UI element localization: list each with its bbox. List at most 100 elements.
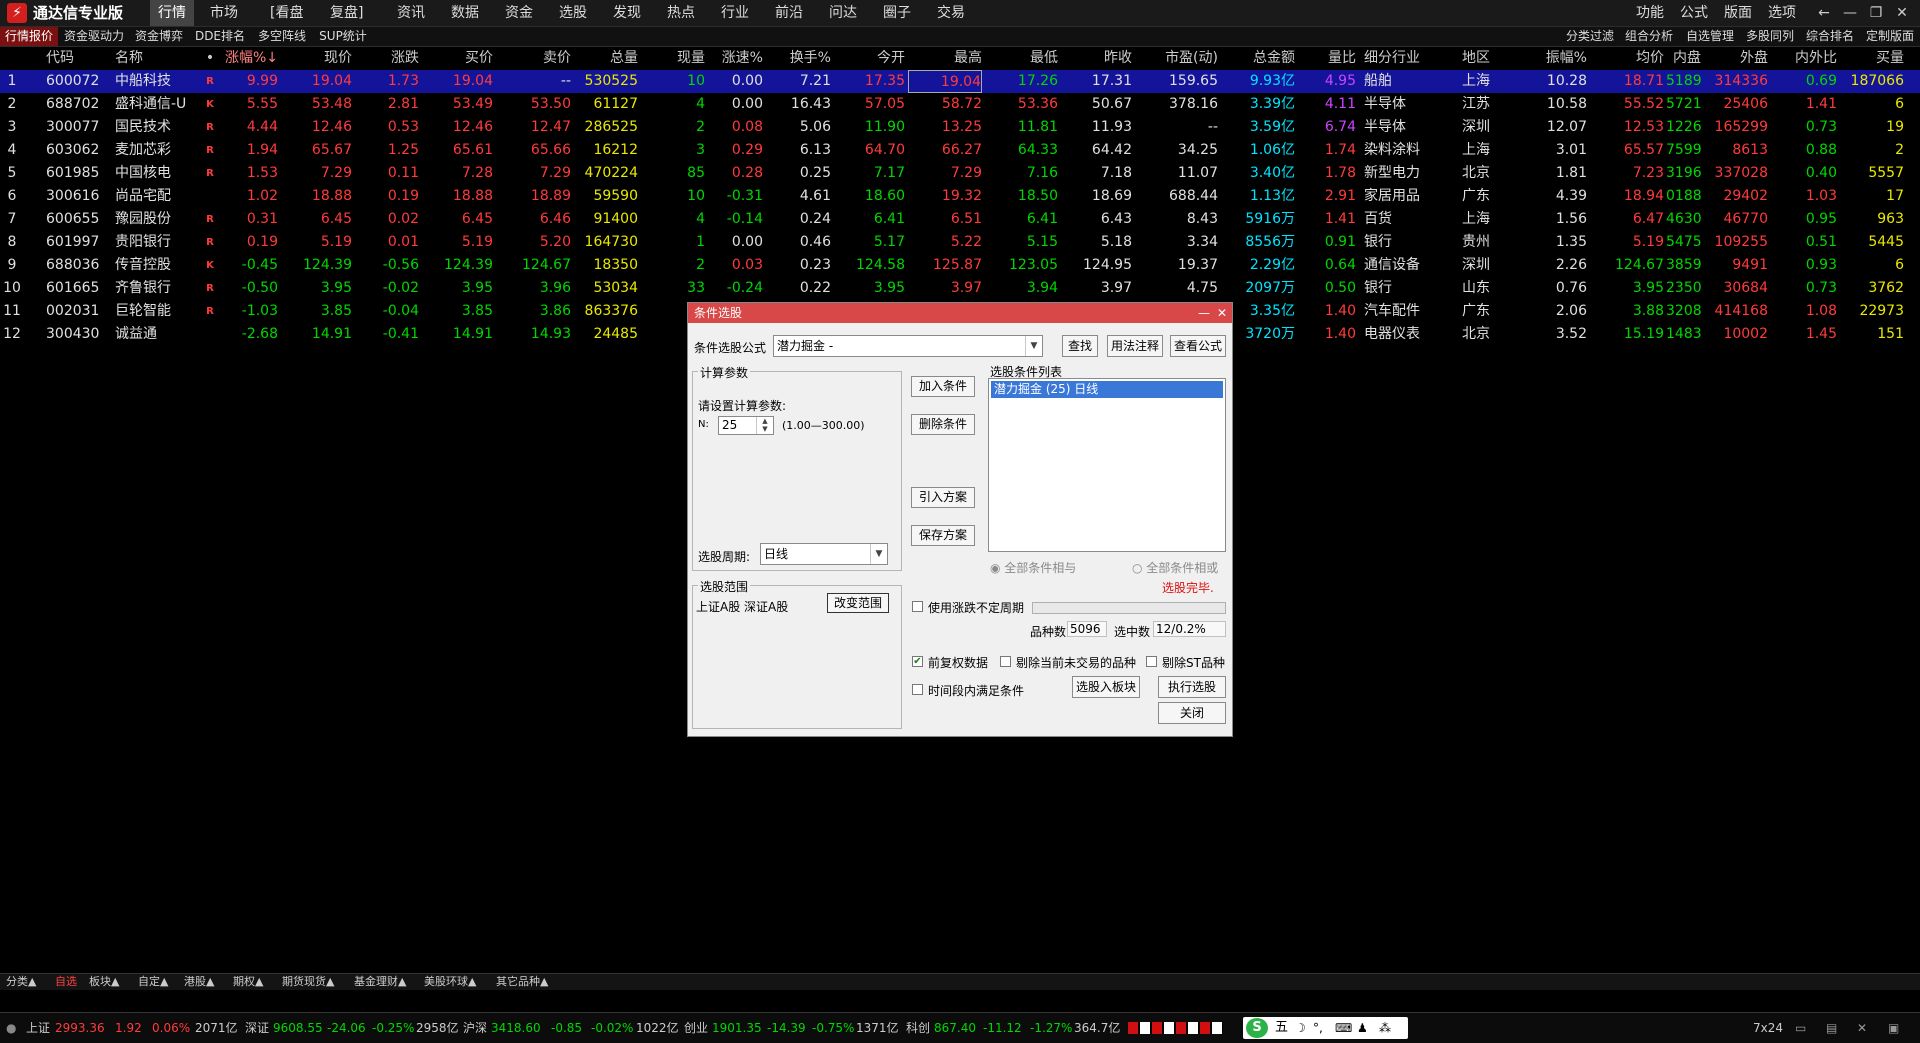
- bottom-tab[interactable]: 基金理财▲: [354, 974, 406, 990]
- tab-duokong-zhenxian[interactable]: 多空阵线: [252, 27, 312, 46]
- user-icon[interactable]: ♟: [1357, 1017, 1368, 1039]
- column-header-amount[interactable]: 总金额: [1221, 47, 1295, 70]
- time-range-checkbox[interactable]: [912, 684, 923, 695]
- menu-banmian[interactable]: 版面: [1724, 0, 1752, 26]
- column-header-open[interactable]: 今开: [836, 47, 905, 70]
- column-header-bid-vol[interactable]: 买量: [1840, 47, 1904, 70]
- column-header-io-ratio[interactable]: 内外比: [1770, 47, 1837, 70]
- bottom-tab[interactable]: 港股▲: [184, 974, 214, 990]
- minimize-icon[interactable]: —: [1838, 0, 1862, 26]
- tab-dde-paiming[interactable]: DDE排名: [191, 27, 249, 46]
- column-header-amp[interactable]: 振幅%: [1527, 47, 1587, 70]
- column-header-inner[interactable]: 内盘: [1666, 47, 1701, 70]
- status-circle-icon[interactable]: ●: [6, 1013, 16, 1043]
- column-header-price[interactable]: 现价: [282, 47, 352, 70]
- bottom-tab[interactable]: 分类▲: [6, 974, 36, 990]
- find-button[interactable]: 查找: [1062, 335, 1098, 357]
- formula-select[interactable]: 潜力掘金 - ▼: [773, 335, 1043, 357]
- save-scheme-button[interactable]: 保存方案: [911, 525, 975, 546]
- dialog-minimize-icon[interactable]: —: [1196, 303, 1212, 323]
- condition-list[interactable]: 潜力掘金 (25) 日线: [988, 378, 1226, 552]
- table-row[interactable]: 1 600072 中船科技 R 9.99 19.04 1.73 19.04 -- 530525 10…: [0, 70, 1920, 93]
- view-formula-button[interactable]: 查看公式: [1170, 335, 1226, 357]
- moon-icon[interactable]: ☽: [1295, 1017, 1306, 1039]
- menu-fupan[interactable]: 复盘]: [330, 0, 363, 26]
- radio-all-or[interactable]: ○ 全部条件相或: [1132, 559, 1218, 576]
- menu-hangqing[interactable]: 行情: [150, 0, 194, 26]
- restore-icon[interactable]: ❐: [1864, 0, 1888, 26]
- radio-all-and[interactable]: ◉ 全部条件相与: [990, 559, 1076, 576]
- custom-layout-button[interactable]: 定制版面: [1866, 27, 1914, 46]
- watchlist-manage-button[interactable]: 自选管理: [1686, 27, 1734, 46]
- close-icon[interactable]: ✕: [1890, 0, 1914, 26]
- bottom-tab[interactable]: 自定▲: [138, 974, 168, 990]
- punctuation-icon[interactable]: °,: [1313, 1017, 1323, 1039]
- menu-redian[interactable]: 热点: [667, 0, 695, 26]
- column-header-prev[interactable]: 昨收: [1060, 47, 1132, 70]
- table-row[interactable]: 3 300077 国民技术 R 4.44 12.46 0.53 12.46 12.47 28652…: [0, 116, 1920, 139]
- add-to-block-button[interactable]: 选股入板块: [1072, 676, 1140, 698]
- prior-adjust-checkbox[interactable]: ✔: [912, 656, 923, 667]
- multi-stock-button[interactable]: 多股同列: [1746, 27, 1794, 46]
- column-header-chg[interactable]: 涨跌: [355, 47, 419, 70]
- column-header-ask[interactable]: 卖价: [496, 47, 571, 70]
- condition-list-item[interactable]: 潜力掘金 (25) 日线: [991, 381, 1223, 398]
- column-header-code[interactable]: 代码: [46, 47, 112, 70]
- menu-shuju[interactable]: 数据: [451, 0, 479, 26]
- column-header-vol-ratio[interactable]: 量比: [1298, 47, 1356, 70]
- menu-jiaoyi[interactable]: 交易: [937, 0, 965, 26]
- column-header-bid[interactable]: 买价: [424, 47, 493, 70]
- tab-hangqing-baojia[interactable]: 行情报价: [0, 27, 58, 46]
- remove-st-checkbox[interactable]: [1146, 656, 1157, 667]
- column-header-flag[interactable]: •: [200, 47, 220, 70]
- settings-icon[interactable]: ▣: [1888, 1013, 1899, 1043]
- bottom-tab[interactable]: 美股环球▲: [424, 974, 476, 990]
- menu-wenda[interactable]: 问达: [829, 0, 857, 26]
- delete-condition-button[interactable]: 删除条件: [911, 414, 975, 435]
- column-header-chg-pct[interactable]: 涨幅%↓: [218, 47, 278, 70]
- column-header-region[interactable]: 地区: [1462, 47, 1522, 70]
- table-row[interactable]: 7 600655 豫园股份 R 0.31 6.45 0.02 6.45 6.46 91400 4 -0…: [0, 208, 1920, 231]
- dialog-close-icon[interactable]: ✕: [1214, 303, 1230, 323]
- column-header-name[interactable]: 名称: [115, 47, 199, 70]
- column-header-outer[interactable]: 外盘: [1705, 47, 1768, 70]
- chat-icon[interactable]: ▤: [1826, 1013, 1837, 1043]
- table-row[interactable]: 6 300616 尚品宅配 1.02 18.88 0.19 18.88 18.89 59590 1…: [0, 185, 1920, 208]
- ime-toolbar[interactable]: S 五 ☽ °, ⌨ ♟ ⁂: [1243, 1017, 1408, 1039]
- table-row[interactable]: 5 601985 中国核电 R 1.53 7.29 0.11 7.28 7.29 470224 85…: [0, 162, 1920, 185]
- dialog-titlebar[interactable]: 条件选股 — ✕: [688, 303, 1232, 323]
- menu-gongneng[interactable]: 功能: [1636, 0, 1664, 26]
- column-header-industry[interactable]: 细分行业: [1364, 47, 1464, 70]
- column-header-low[interactable]: 最低: [985, 47, 1058, 70]
- column-header-avg[interactable]: 均价: [1590, 47, 1664, 70]
- back-arrow-icon[interactable]: ←: [1812, 0, 1836, 26]
- menu-kanpan[interactable]: [看盘: [270, 0, 303, 26]
- menu-zijin[interactable]: 资金: [505, 0, 533, 26]
- usage-notes-button[interactable]: 用法注释: [1107, 335, 1163, 357]
- spin-arrows-icon[interactable]: ▲ ▼: [756, 417, 773, 434]
- close-button[interactable]: 关闭: [1158, 702, 1226, 724]
- menu-qianyan[interactable]: 前沿: [775, 0, 803, 26]
- mute-icon[interactable]: ✕: [1857, 1013, 1867, 1043]
- menu-quanzi[interactable]: 圈子: [883, 0, 911, 26]
- tab-zijin-boyi[interactable]: 资金博弈: [131, 27, 187, 46]
- keyboard-icon[interactable]: ⌨: [1335, 1017, 1352, 1039]
- menu-xuanxiang[interactable]: 选项: [1768, 0, 1796, 26]
- menu-xuangu[interactable]: 选股: [559, 0, 587, 26]
- table-row[interactable]: 2 688702 盛科通信-U K 5.55 53.48 2.81 53.49 53.50 611…: [0, 93, 1920, 116]
- n-param-stepper[interactable]: 25 ▲ ▼: [718, 416, 774, 435]
- period-select[interactable]: 日线 ▼: [760, 543, 888, 565]
- tab-sup-tongji[interactable]: SUP统计: [315, 27, 371, 46]
- menu-zixun[interactable]: 资讯: [397, 0, 425, 26]
- table-row[interactable]: 8 601997 贵阳银行 R 0.19 5.19 0.01 5.19 5.20 164730 1 0…: [0, 231, 1920, 254]
- add-condition-button[interactable]: 加入条件: [911, 376, 975, 397]
- filter-button[interactable]: 分类过滤: [1566, 27, 1614, 46]
- column-header-vol[interactable]: 总量: [575, 47, 638, 70]
- column-header-pe[interactable]: 市盈(动): [1136, 47, 1218, 70]
- combo-analysis-button[interactable]: 组合分析: [1625, 27, 1673, 46]
- menu-shichang[interactable]: 市场: [210, 0, 238, 26]
- bottom-tab[interactable]: 自选: [55, 974, 77, 990]
- ime-mode-label[interactable]: 五: [1275, 1017, 1288, 1039]
- column-header-speed[interactable]: 涨速%: [708, 47, 763, 70]
- sogou-ime-icon[interactable]: S: [1246, 1018, 1268, 1038]
